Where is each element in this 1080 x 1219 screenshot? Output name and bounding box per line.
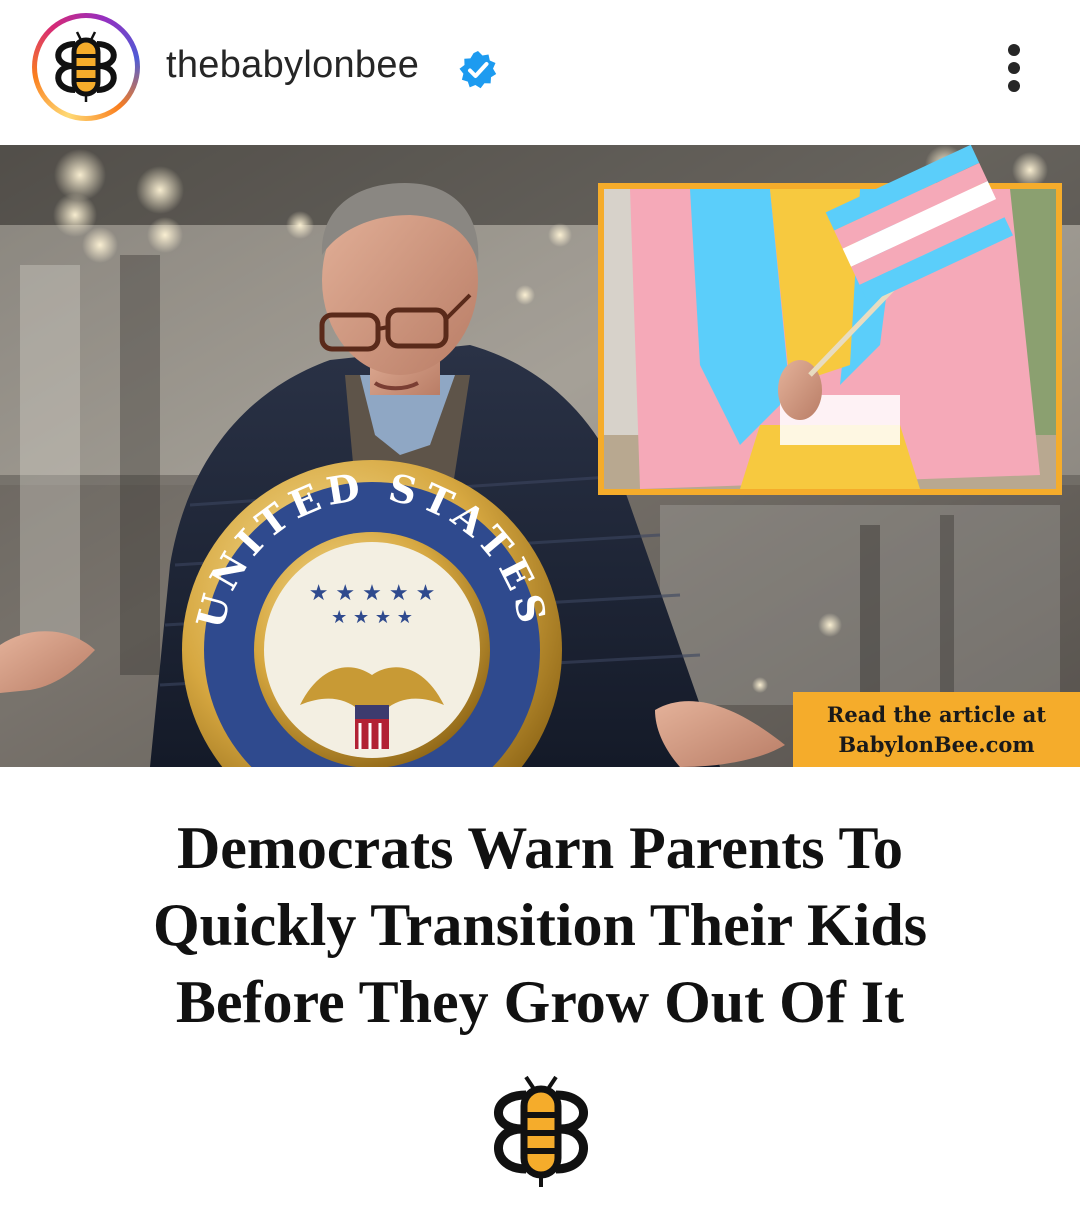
more-options-icon[interactable] xyxy=(996,38,1032,98)
read-article-badge: Read the article at BabylonBee.com xyxy=(793,692,1080,767)
post-header: thebabylonbee xyxy=(0,0,1080,140)
babylon-bee-logo-icon xyxy=(494,1075,588,1187)
profile-avatar[interactable] xyxy=(32,13,140,121)
avatar-inner xyxy=(37,18,135,116)
post-headline: Democrats Warn Parents To Quickly Transi… xyxy=(60,810,1020,1041)
badge-line-1: Read the article at xyxy=(826,702,1047,727)
svg-text:★ ★ ★ ★: ★ ★ ★ ★ xyxy=(331,607,413,628)
headline-line-2: Quickly Transition Their Kids xyxy=(152,892,928,958)
post-image[interactable]: UNITED STATES ★ ★ ★ ★ ★ ★ ★ ★ ★ xyxy=(0,145,1080,767)
badge-line-2: BabylonBee.com xyxy=(838,732,1035,757)
headline-line-3: Before They Grow Out Of It xyxy=(175,969,905,1035)
svg-text:★ ★ ★ ★ ★: ★ ★ ★ ★ ★ xyxy=(309,581,436,606)
verified-badge-icon xyxy=(459,51,497,89)
post-image-artwork: UNITED STATES ★ ★ ★ ★ ★ ★ ★ ★ ★ xyxy=(0,145,1080,767)
username-link[interactable]: thebabylonbee xyxy=(166,44,419,87)
headline-line-1: Democrats Warn Parents To xyxy=(176,815,904,881)
babylon-bee-logo-icon xyxy=(55,31,117,102)
